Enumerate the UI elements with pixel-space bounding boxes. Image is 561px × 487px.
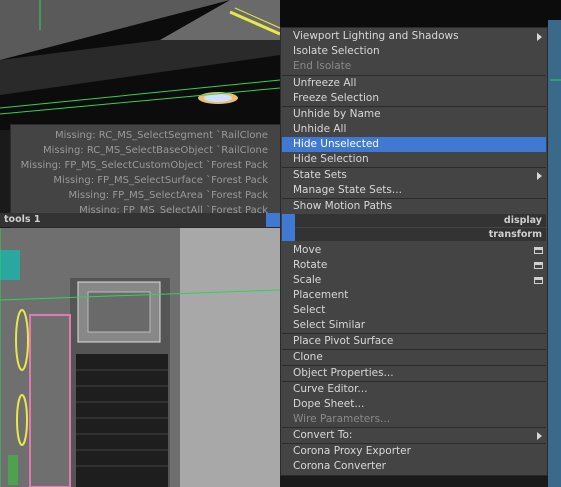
quad-corner-indicator <box>282 214 295 241</box>
menu-item-rotate[interactable]: Rotate <box>293 258 327 273</box>
quad-item-rc-select-base-object[interactable]: Missing: RC_MS_SelectBaseObject `RailClo… <box>43 143 268 158</box>
menu-item-select[interactable]: Select <box>293 303 325 318</box>
menu-item-wire-parameters: Wire Parameters... <box>293 413 391 425</box>
section-bar-display: display <box>282 214 546 227</box>
window-icon[interactable] <box>534 262 543 269</box>
submenu-arrow-icon <box>537 432 542 440</box>
menu-item-end-isolate: End Isolate <box>293 60 352 72</box>
menu-item-hide-selection[interactable]: Hide Selection <box>293 152 369 167</box>
submenu-arrow-icon <box>537 172 542 180</box>
section-label-display: display <box>503 215 542 226</box>
submenu-arrow-icon <box>537 33 542 41</box>
menu-item-freeze-selection[interactable]: Freeze Selection <box>293 91 379 106</box>
menu-item-placement[interactable]: Placement <box>293 288 348 303</box>
quad-menu-display-transform: Viewport Lighting and Shadows Isolate Se… <box>280 27 548 476</box>
menu-item-unhide-all[interactable]: Unhide All <box>293 122 346 137</box>
menu-item-corona-proxy-exporter[interactable]: Corona Proxy Exporter <box>293 444 411 459</box>
menu-item-corona-converter[interactable]: Corona Converter <box>293 459 386 474</box>
window-icon[interactable] <box>534 277 543 284</box>
menu-item-show-motion-paths[interactable]: Show Motion Paths <box>293 199 392 214</box>
quad-item-fp-select-custom-object[interactable]: Missing: FP_MS_SelectCustomObject `Fores… <box>21 158 268 173</box>
menu-item-viewport-lighting[interactable]: Viewport Lighting and Shadows <box>293 29 459 44</box>
menu-item-clone[interactable]: Clone <box>293 350 323 365</box>
menu-item-manage-state-sets[interactable]: Manage State Sets... <box>293 183 402 198</box>
window-icon[interactable] <box>534 247 543 254</box>
menu-item-dope-sheet[interactable]: Dope Sheet... <box>293 397 364 412</box>
menu-item-isolate-selection[interactable]: Isolate Selection <box>293 44 380 59</box>
menu-item-convert-to[interactable]: Convert To: <box>293 428 352 443</box>
menu-item-unhide-by-name[interactable]: Unhide by Name <box>293 107 381 122</box>
quad-item-fp-select-area[interactable]: Missing: FP_MS_SelectArea `Forest Pack <box>68 188 268 203</box>
menu-item-state-sets[interactable]: State Sets <box>293 168 347 183</box>
section-bar-transform: transform <box>282 228 546 241</box>
menu-item-object-properties[interactable]: Object Properties... <box>293 366 394 381</box>
menu-item-move[interactable]: Move <box>293 243 321 258</box>
menu-item-unfreeze-all[interactable]: Unfreeze All <box>293 76 356 91</box>
quad-title-tools: tools 1 <box>0 213 281 227</box>
menu-item-place-pivot-surface[interactable]: Place Pivot Surface <box>293 334 393 349</box>
menu-item-curve-editor[interactable]: Curve Editor... <box>293 382 367 397</box>
quad-item-fp-select-surface[interactable]: Missing: FP_MS_SelectSurface `Forest Pac… <box>53 173 268 188</box>
menu-item-hide-unselected[interactable]: Hide Unselected <box>293 137 379 152</box>
section-label-transform: transform <box>488 229 542 240</box>
menu-item-scale[interactable]: Scale <box>293 273 321 288</box>
quad-item-rc-select-segment[interactable]: Missing: RC_MS_SelectSegment `RailClone <box>55 128 268 143</box>
menu-item-select-similar[interactable]: Select Similar <box>293 318 365 333</box>
quad-corner-indicator <box>266 213 280 227</box>
